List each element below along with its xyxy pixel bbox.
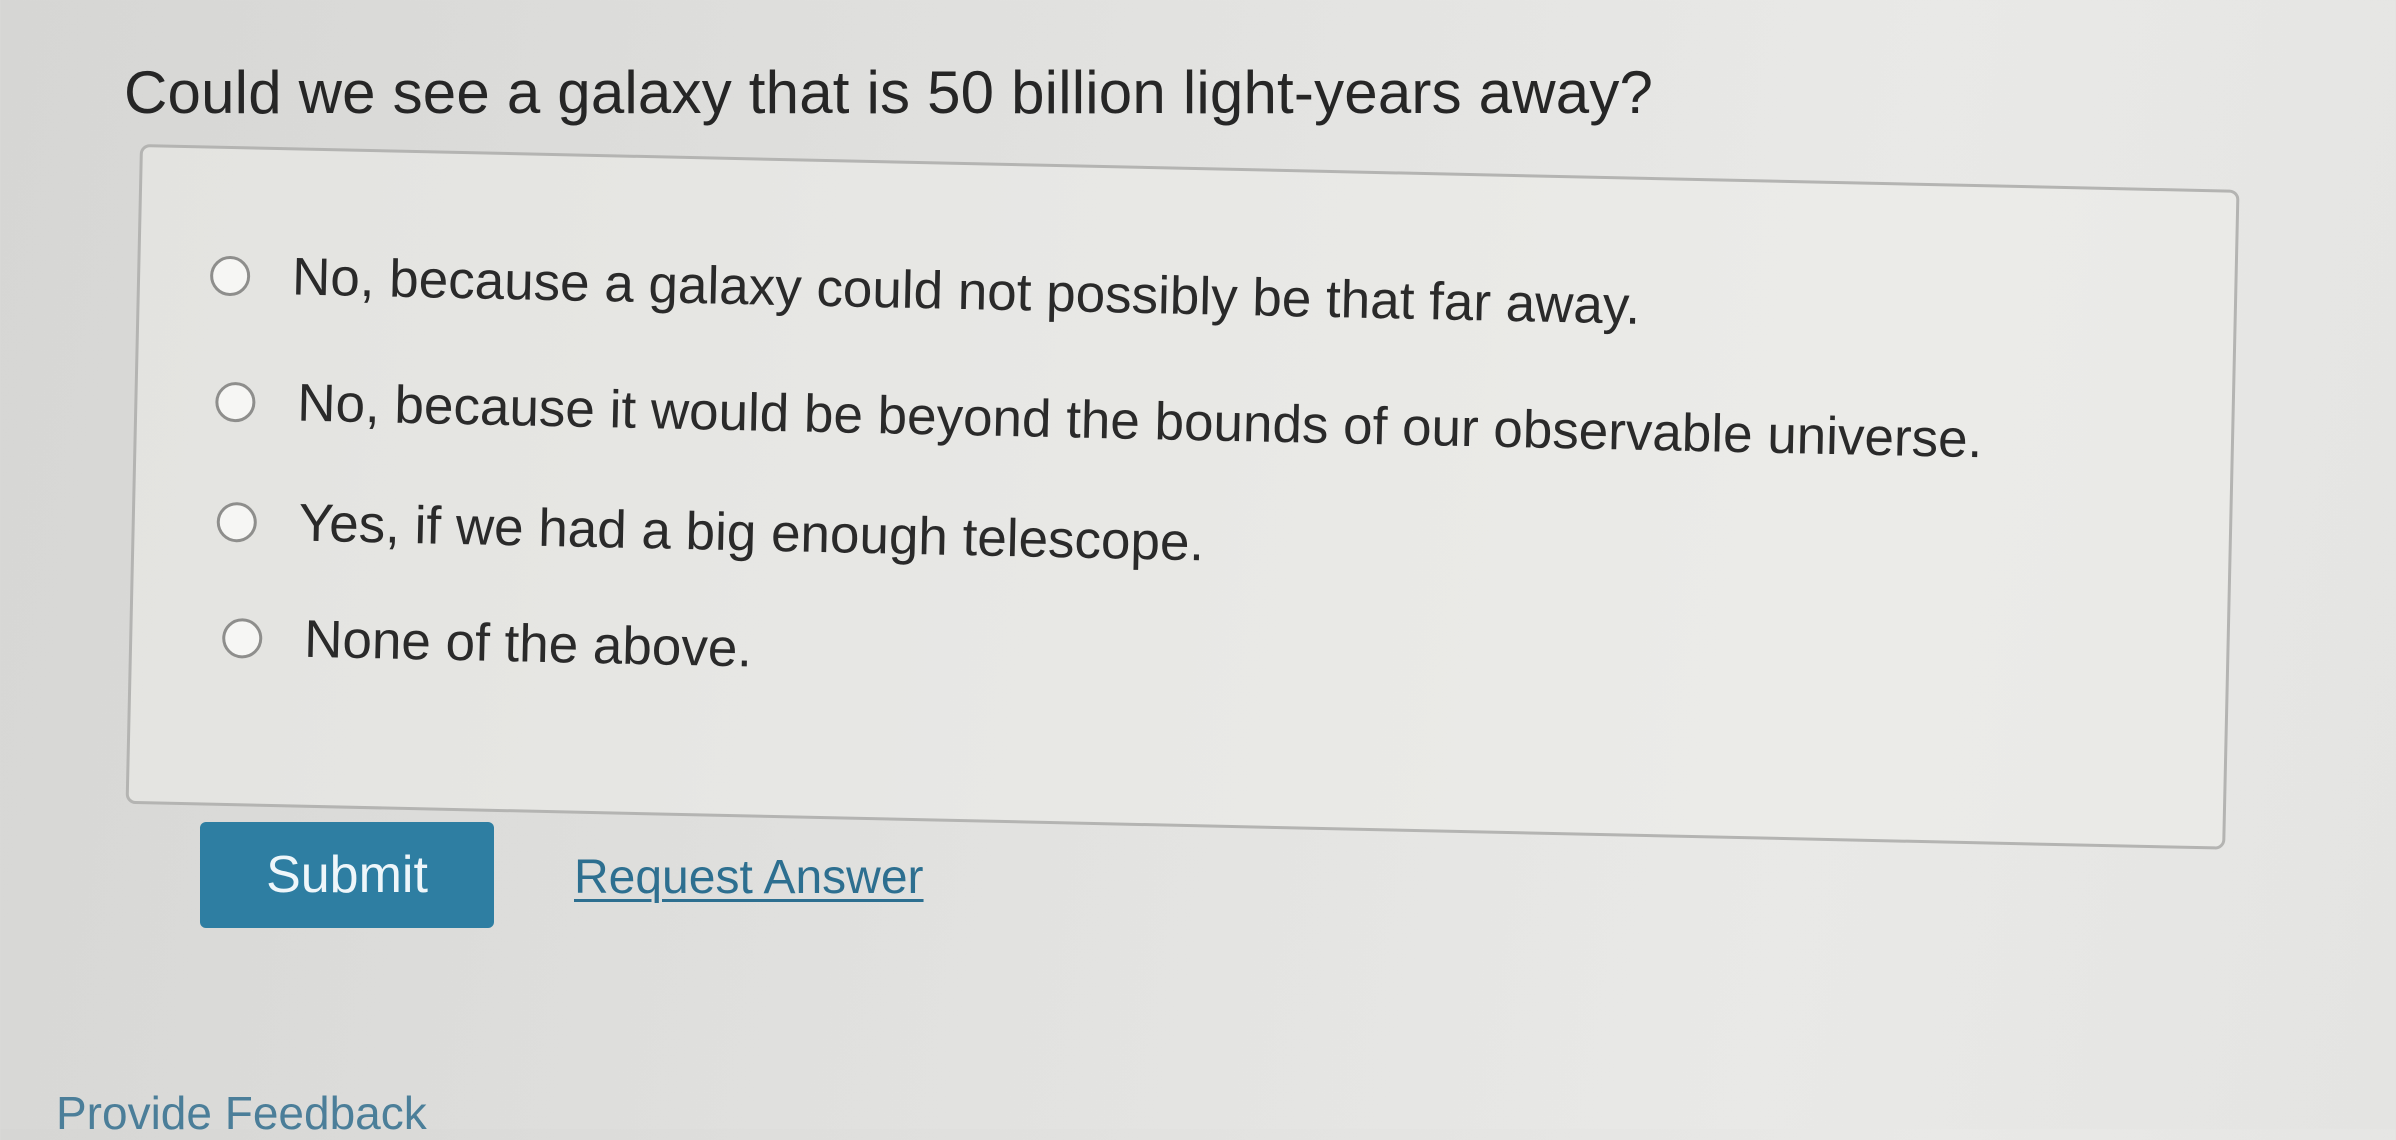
answer-option-label: No, because a galaxy could not possibly …: [291, 247, 1641, 336]
answer-option-label: No, because it would be beyond the bound…: [296, 373, 1983, 470]
answer-option-2[interactable]: No, because it would be beyond the bound…: [214, 371, 1983, 471]
answer-option-1[interactable]: No, because a galaxy could not possibly …: [209, 245, 1641, 337]
radio-button[interactable]: [209, 255, 251, 296]
answer-option-label: Yes, if we had a big enough telescope.: [298, 493, 1205, 573]
radio-button[interactable]: [216, 501, 258, 543]
radio-button[interactable]: [221, 617, 263, 659]
answer-option-4[interactable]: None of the above.: [221, 607, 753, 680]
question-text: Could we see a galaxy that is 50 billion…: [124, 59, 1654, 126]
answer-options-box: No, because a galaxy could not possibly …: [125, 144, 2240, 850]
provide-feedback-link[interactable]: Provide Feedback: [56, 1086, 427, 1140]
answer-option-label: None of the above.: [303, 609, 753, 679]
submit-button[interactable]: Submit: [200, 822, 494, 928]
request-answer-link[interactable]: Request Answer: [574, 850, 924, 905]
answer-option-3[interactable]: Yes, if we had a big enough telescope.: [216, 491, 1205, 574]
radio-button[interactable]: [214, 381, 256, 423]
